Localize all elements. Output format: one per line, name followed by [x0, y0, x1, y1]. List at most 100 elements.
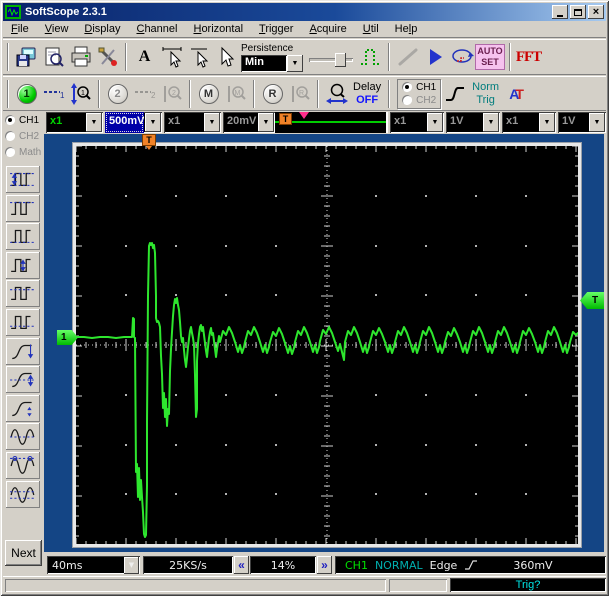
math-button[interactable]: M: [195, 80, 222, 107]
loop-acquire-button[interactable]: [448, 44, 475, 71]
math-vzoom-button[interactable]: M: [222, 80, 249, 107]
toolbar-separator: [509, 43, 511, 71]
edge-slope-button[interactable]: [441, 80, 468, 107]
top-measure-button[interactable]: [6, 280, 40, 307]
ch1-button[interactable]: 1: [13, 80, 40, 107]
print-button[interactable]: [67, 44, 94, 71]
line-tool-icon: [396, 45, 420, 69]
radio-icon: [5, 147, 15, 157]
ch1-vzoom-button[interactable]: 1: [67, 80, 94, 107]
scale-dropdown-5[interactable]: x1▼: [390, 112, 444, 133]
persistence-dropdown[interactable]: Min ▼: [241, 55, 303, 72]
persistence-slider[interactable]: [309, 50, 353, 70]
slider-thumb[interactable]: [335, 53, 346, 67]
ch2-offset-button[interactable]: 2: [131, 80, 158, 107]
status-panel: [5, 579, 386, 592]
auto-trigger-button[interactable]: AT: [503, 80, 530, 107]
cursor-level-button[interactable]: [185, 44, 212, 71]
scale-dropdown-1[interactable]: x1▼: [46, 112, 103, 133]
pointer-icon: [214, 45, 238, 69]
trigger-source-ch2[interactable]: CH2: [402, 94, 436, 107]
mean-measure-button[interactable]: [6, 423, 40, 450]
chevron-down-icon[interactable]: ▼: [124, 557, 139, 574]
trigger-level-marker[interactable]: T: [580, 292, 604, 309]
menu-util[interactable]: Util: [355, 22, 387, 36]
menu-file[interactable]: File: [3, 22, 37, 36]
trigger-position-bar[interactable]: T: [273, 112, 388, 133]
maximize-button[interactable]: [570, 5, 586, 19]
cursor-time-icon: [160, 45, 184, 69]
timebase-dropdown[interactable]: 40ms ▼: [47, 556, 140, 574]
text-tool-button[interactable]: A: [131, 44, 158, 71]
rms-measure-button[interactable]: [6, 481, 40, 508]
amplitude-measure-button[interactable]: [6, 252, 40, 279]
minimize-button[interactable]: [552, 5, 568, 19]
menu-display[interactable]: Display: [76, 22, 128, 36]
trigger-time-top-marker[interactable]: T: [142, 134, 156, 146]
settings-tools-icon: [96, 45, 120, 69]
close-button[interactable]: ×: [588, 5, 604, 19]
fft-icon: FFT: [516, 49, 541, 66]
pointer-button[interactable]: [212, 44, 239, 71]
min-measure-icon: [9, 225, 37, 249]
min-measure-button[interactable]: [6, 223, 40, 250]
channel-radio-math[interactable]: Math: [3, 144, 44, 160]
max-measure-button[interactable]: [6, 195, 40, 222]
scale-dropdown-4[interactable]: 20mV▼: [223, 112, 275, 133]
scale-dropdown-6[interactable]: 1V▼: [446, 112, 500, 133]
next-button[interactable]: Next: [5, 540, 42, 566]
menu-view[interactable]: View: [37, 22, 77, 36]
chevron-down-icon[interactable]: ▼: [145, 113, 161, 132]
channel-radio-ch2[interactable]: CH2: [3, 128, 44, 144]
chevron-down-icon[interactable]: ▼: [589, 113, 605, 132]
menu-trigger[interactable]: Trigger: [251, 22, 301, 36]
scale-dropdown-7[interactable]: x1▼: [502, 112, 556, 133]
rise-time-measure-button[interactable]: [6, 338, 40, 365]
menu-acquire[interactable]: Acquire: [301, 22, 354, 36]
menu-horizontal[interactable]: Horizontal: [185, 22, 251, 36]
ch2-button[interactable]: 2: [104, 80, 131, 107]
chevron-down-icon[interactable]: ▼: [86, 113, 102, 132]
toolbar-separator: [189, 80, 191, 108]
line-tool-button[interactable]: [394, 44, 421, 71]
pulse-display-button[interactable]: [357, 44, 384, 71]
cursor-time-button[interactable]: [158, 44, 185, 71]
base-measure-button[interactable]: [6, 309, 40, 336]
trigger-time-marker[interactable]: T: [279, 113, 292, 125]
display-position-marker[interactable]: [299, 112, 309, 119]
scroll-left-button[interactable]: «: [234, 556, 249, 574]
autoset-button[interactable]: AUTO SET: [475, 44, 505, 70]
ref-vzoom-button[interactable]: R: [286, 80, 313, 107]
svg-text:1: 1: [81, 90, 85, 97]
peak-marks-measure-button[interactable]: [6, 452, 40, 479]
chevron-down-icon[interactable]: ▼: [287, 55, 303, 72]
ch2-vzoom-button[interactable]: 2: [158, 80, 185, 107]
scroll-right-button[interactable]: »: [317, 556, 332, 574]
chevron-down-icon[interactable]: ▼: [539, 113, 555, 132]
menu-channel[interactable]: Channel: [128, 22, 185, 36]
edge-levels-measure-button[interactable]: [6, 395, 40, 422]
chevron-down-icon[interactable]: ▼: [258, 113, 274, 132]
fft-button[interactable]: FFT: [515, 44, 542, 71]
scale-dropdown-2[interactable]: 500mV▼: [105, 112, 162, 133]
scale-dropdown-3[interactable]: x1▼: [164, 112, 221, 133]
ref-button[interactable]: R: [259, 80, 286, 107]
scale-dropdown-8[interactable]: 1V▼: [558, 112, 606, 133]
print-preview-button[interactable]: [40, 44, 67, 71]
pkpk-measure-button[interactable]: [6, 166, 40, 193]
ch1-offset-button[interactable]: 1: [40, 80, 67, 107]
channel-radio-label: CH1: [19, 115, 39, 126]
settings-tools-button[interactable]: [94, 44, 121, 71]
trigger-source-ch1[interactable]: CH1: [402, 81, 436, 94]
norm-trig-label[interactable]: Norm Trig: [472, 81, 499, 105]
hzoom-button[interactable]: [323, 80, 350, 107]
delay-control[interactable]: Delay OFF: [353, 81, 381, 106]
menu-help[interactable]: Help: [387, 22, 426, 36]
chevron-down-icon[interactable]: ▼: [204, 113, 220, 132]
rise-level-measure-button[interactable]: [6, 366, 40, 393]
chevron-down-icon[interactable]: ▼: [483, 113, 499, 132]
chevron-down-icon[interactable]: ▼: [427, 113, 443, 132]
channel-radio-ch1[interactable]: CH1: [3, 112, 44, 128]
save-button[interactable]: [13, 44, 40, 71]
run-button[interactable]: [421, 44, 448, 71]
